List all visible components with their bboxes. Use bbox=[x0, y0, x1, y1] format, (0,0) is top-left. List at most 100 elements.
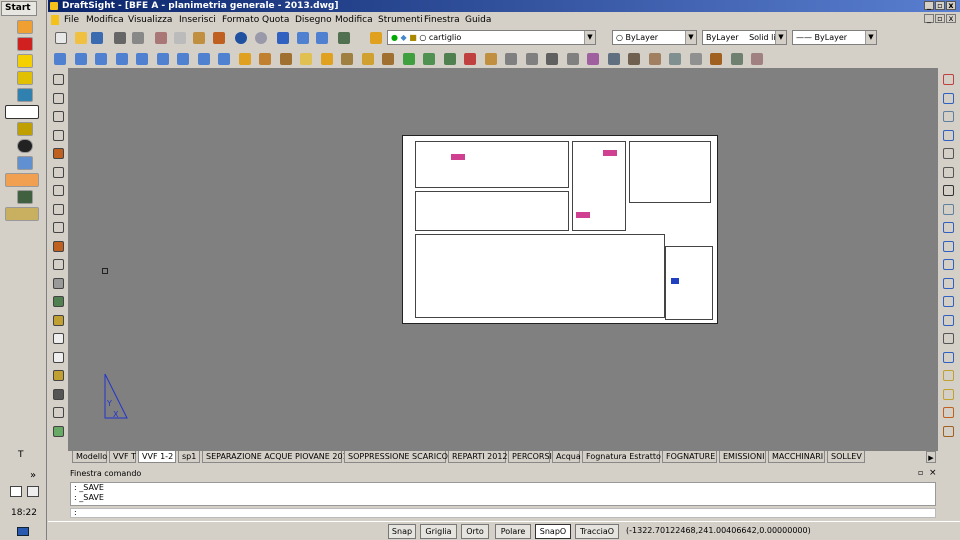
zoom-window-icon[interactable] bbox=[316, 32, 328, 44]
tray-icon-2[interactable] bbox=[27, 486, 39, 497]
draw-tool-icon[interactable] bbox=[53, 314, 64, 326]
start-button[interactable]: Start bbox=[1, 1, 37, 16]
preview-icon[interactable] bbox=[132, 32, 144, 44]
layout-tab[interactable]: VVF 1-2 bbox=[138, 451, 176, 463]
menu-file[interactable]: File bbox=[64, 13, 79, 27]
modify-tool-icon[interactable] bbox=[943, 203, 954, 215]
view-tool-icon[interactable] bbox=[423, 53, 435, 65]
draw-tool-icon[interactable] bbox=[53, 185, 64, 196]
draw-tool-icon[interactable] bbox=[53, 333, 64, 344]
view-tool-icon[interactable] bbox=[689, 53, 702, 65]
modify-tool-icon[interactable] bbox=[943, 351, 954, 363]
draw-tool-icon[interactable] bbox=[53, 370, 64, 381]
modify-tool-icon[interactable] bbox=[943, 333, 954, 344]
draw-tool-icon[interactable] bbox=[53, 92, 64, 104]
modify-tool-icon[interactable] bbox=[943, 129, 954, 141]
view-tool-icon[interactable] bbox=[382, 53, 394, 65]
modify-tool-icon[interactable] bbox=[943, 185, 954, 196]
app-icon-12[interactable] bbox=[5, 207, 39, 221]
app-icon-5[interactable] bbox=[17, 88, 33, 102]
menu-formato[interactable]: Formato bbox=[222, 13, 259, 27]
tray-icon-3[interactable] bbox=[17, 527, 29, 536]
matchprop-icon[interactable] bbox=[213, 32, 225, 44]
pan-icon[interactable] bbox=[277, 32, 289, 44]
modify-tool-icon[interactable] bbox=[943, 222, 954, 233]
draw-tool-icon[interactable] bbox=[53, 351, 64, 363]
menu-modifica-2[interactable]: Modifica bbox=[335, 13, 373, 27]
tray-icon-1[interactable] bbox=[10, 486, 22, 497]
view-tool-icon[interactable] bbox=[587, 53, 599, 65]
view-tool-icon[interactable] bbox=[443, 53, 456, 65]
view-tool-icon[interactable] bbox=[115, 53, 128, 65]
app-icon-8[interactable] bbox=[17, 139, 33, 153]
properties-icon[interactable] bbox=[338, 32, 350, 44]
modify-tool-icon[interactable] bbox=[943, 148, 954, 159]
snap-toggle[interactable]: Snap bbox=[388, 524, 416, 539]
view-tool-icon[interactable] bbox=[238, 53, 251, 65]
draw-tool-icon[interactable] bbox=[53, 388, 64, 400]
view-tool-icon[interactable] bbox=[607, 53, 620, 65]
chevron-down-icon[interactable]: ▼ bbox=[584, 31, 595, 44]
polar-toggle[interactable]: Polare bbox=[495, 524, 531, 539]
layout-tab[interactable]: EMISSIONI bbox=[719, 451, 766, 463]
app-icon-4[interactable] bbox=[17, 71, 33, 85]
modify-tool-icon[interactable] bbox=[943, 259, 954, 270]
layout-tab[interactable]: Modello bbox=[72, 451, 107, 463]
app-icon-7[interactable] bbox=[17, 122, 33, 136]
view-tool-icon[interactable] bbox=[730, 53, 743, 65]
draw-tool-icon[interactable] bbox=[53, 240, 64, 252]
view-tool-icon[interactable] bbox=[525, 53, 538, 65]
lineweight-combo[interactable]: —— ByLayer ▼ bbox=[792, 30, 877, 45]
view-tool-icon[interactable] bbox=[341, 53, 353, 65]
menu-guida[interactable]: Guida bbox=[465, 13, 491, 27]
undo-icon[interactable] bbox=[235, 32, 247, 44]
save-icon[interactable] bbox=[91, 32, 103, 44]
layout-tab[interactable]: FOGNATURE bbox=[662, 451, 717, 463]
draw-tool-icon[interactable] bbox=[53, 129, 64, 141]
float-icon[interactable]: ▫ bbox=[918, 468, 923, 477]
view-tool-icon[interactable] bbox=[751, 53, 763, 65]
view-tool-icon[interactable] bbox=[197, 53, 210, 65]
etrack-toggle[interactable]: TracciaO bbox=[575, 524, 619, 539]
view-tool-icon[interactable] bbox=[546, 53, 558, 65]
layout-tab[interactable]: Acqua bbox=[552, 451, 581, 463]
layout-tab[interactable]: SOLLEV bbox=[827, 451, 865, 463]
app-icon-11[interactable] bbox=[17, 190, 33, 204]
menu-modifica[interactable]: Modifica bbox=[86, 13, 124, 27]
command-input[interactable]: : bbox=[70, 508, 936, 518]
modify-tool-icon[interactable] bbox=[943, 388, 954, 400]
zoom-realtime-icon[interactable] bbox=[297, 32, 309, 44]
modify-tool-icon[interactable] bbox=[943, 92, 954, 104]
modify-tool-icon[interactable] bbox=[943, 296, 954, 307]
view-tool-icon[interactable] bbox=[484, 53, 497, 65]
draw-tool-icon[interactable] bbox=[53, 407, 64, 418]
menu-finestra[interactable]: Finestra bbox=[424, 13, 460, 27]
esnap-toggle[interactable]: SnapO bbox=[535, 524, 571, 539]
draw-tool-icon[interactable] bbox=[53, 425, 64, 437]
layer-manager-icon[interactable] bbox=[370, 32, 382, 44]
layout-tab[interactable]: SOPPRESSIONE SCARICO bbox=[344, 451, 448, 463]
view-tool-icon[interactable] bbox=[156, 53, 169, 65]
modify-tool-icon[interactable] bbox=[943, 314, 954, 326]
doc-restore-button[interactable]: ▫ bbox=[935, 14, 945, 23]
layout-tab[interactable]: Fognatura Estratto bbox=[582, 451, 661, 463]
layout-tab[interactable]: REPARTI 2012 bbox=[448, 451, 508, 463]
view-tool-icon[interactable] bbox=[628, 53, 640, 65]
app-icon-10[interactable] bbox=[5, 173, 39, 187]
draw-tool-icon[interactable] bbox=[53, 222, 64, 233]
menu-strumenti[interactable]: Strumenti bbox=[378, 13, 423, 27]
app-icon-1[interactable] bbox=[17, 20, 33, 34]
menu-visualizza[interactable]: Visualizza bbox=[128, 13, 172, 27]
view-tool-icon[interactable] bbox=[361, 53, 374, 65]
ortho-toggle[interactable]: Orto bbox=[461, 524, 489, 539]
modify-tool-icon[interactable] bbox=[943, 166, 954, 178]
view-tool-icon[interactable] bbox=[95, 53, 107, 65]
draw-tool-icon[interactable] bbox=[53, 203, 64, 215]
chevron-down-icon[interactable]: ▼ bbox=[865, 31, 876, 44]
open-icon[interactable] bbox=[75, 32, 87, 44]
view-tool-icon[interactable] bbox=[218, 53, 230, 65]
modify-tool-icon[interactable] bbox=[943, 74, 954, 85]
grid-toggle[interactable]: Griglia bbox=[420, 524, 457, 539]
copy-icon[interactable] bbox=[174, 32, 186, 44]
layer-combo[interactable]: ● ◆ ■ ○ cartiglio ▼ bbox=[387, 30, 596, 45]
